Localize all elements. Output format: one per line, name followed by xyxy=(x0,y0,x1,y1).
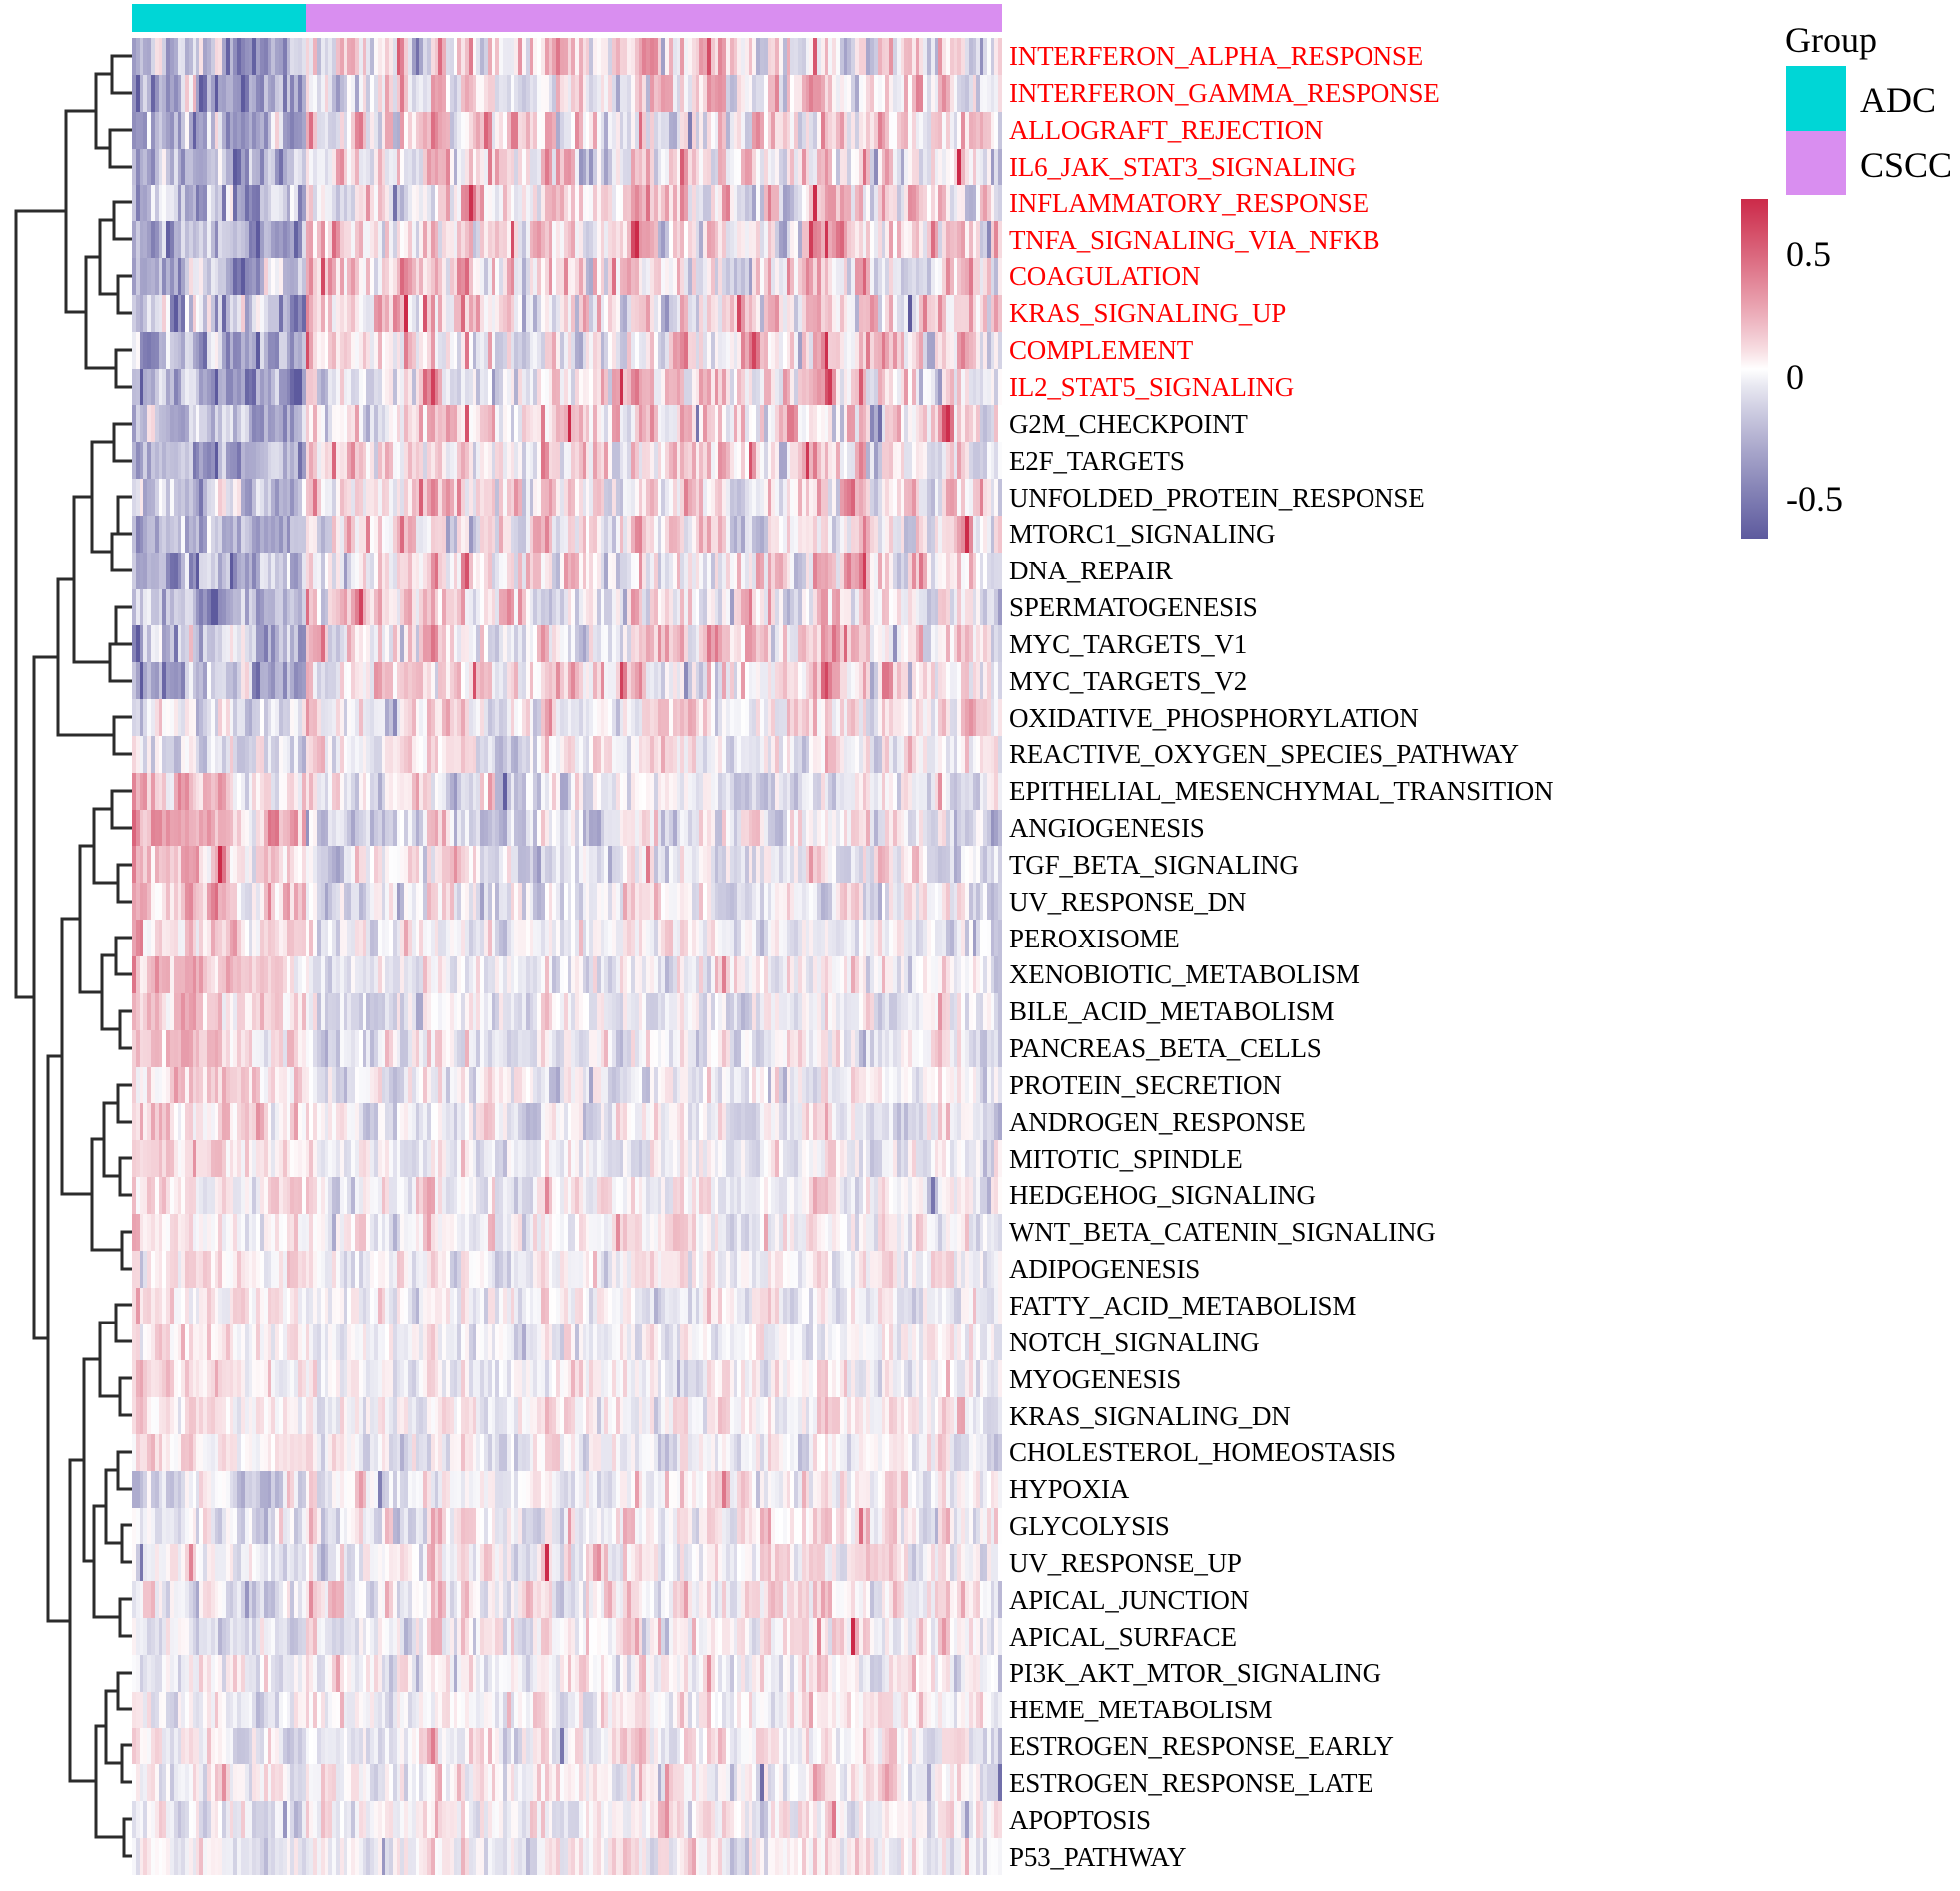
group-legend-swatch-cscc xyxy=(1786,130,1846,195)
row-label: REACTIVE_OXYGEN_SPECIES_PATHWAY xyxy=(1009,739,1519,770)
row-label: OXIDATIVE_PHOSPHORYLATION xyxy=(1009,702,1419,733)
row-label-list: INTERFERON_ALPHA_RESPONSE INTERFERON_GAMM… xyxy=(1009,38,1708,1875)
row-label: APICAL_SURFACE xyxy=(1009,1621,1237,1652)
row-label: DNA_REPAIR xyxy=(1009,556,1173,586)
row-dendrogram xyxy=(0,38,132,1875)
row-label: TGF_BETA_SIGNALING xyxy=(1009,849,1299,880)
row-label: FATTY_ACID_METABOLISM xyxy=(1009,1290,1357,1321)
row-label: KRAS_SIGNALING_DN xyxy=(1009,1400,1291,1431)
row-dendrogram-svg xyxy=(14,54,132,1858)
group-legend-title: Group xyxy=(1785,20,1877,60)
row-label: IL2_STAT5_SIGNALING xyxy=(1009,371,1295,402)
row-label: INFLAMMATORY_RESPONSE xyxy=(1009,188,1369,218)
row-label: P53_PATHWAY xyxy=(1009,1841,1187,1872)
row-label: UNFOLDED_PROTEIN_RESPONSE xyxy=(1009,482,1425,513)
group-legend: Group ADC CSCC xyxy=(1741,20,1960,195)
row-label: ALLOGRAFT_REJECTION xyxy=(1009,115,1324,146)
color-scale-tick: -0.5 xyxy=(1786,478,1843,519)
row-label: INTERFERON_ALPHA_RESPONSE xyxy=(1009,41,1424,72)
row-label: WNT_BETA_CATENIN_SIGNALING xyxy=(1009,1217,1436,1248)
row-label: G2M_CHECKPOINT xyxy=(1009,408,1248,439)
row-label: MYC_TARGETS_V2 xyxy=(1009,665,1248,696)
row-label: EPITHELIAL_MESENCHYMAL_TRANSITION xyxy=(1009,776,1554,807)
row-label: PEROXISOME xyxy=(1009,923,1180,953)
heatmap-canvas xyxy=(132,38,1002,1875)
row-label: XENOBIOTIC_METABOLISM xyxy=(1009,959,1360,990)
row-label: IL6_JAK_STAT3_SIGNALING xyxy=(1009,151,1357,182)
color-scale-tick: 0 xyxy=(1786,356,1804,397)
row-label: GLYCOLYSIS xyxy=(1009,1511,1170,1542)
row-label: TNFA_SIGNALING_VIA_NFKB xyxy=(1009,224,1380,255)
row-label: BILE_ACID_METABOLISM xyxy=(1009,996,1335,1027)
row-label: KRAS_SIGNALING_UP xyxy=(1009,298,1287,329)
row-label: PROTEIN_SECRETION xyxy=(1009,1069,1282,1100)
color-scale-legend: 0.5 0 -0.5 xyxy=(1741,199,1960,598)
column-group-annotation-bar xyxy=(132,4,1002,32)
group-segment-adc xyxy=(132,4,306,32)
group-legend-label: ADC xyxy=(1860,79,1937,120)
row-label: ADIPOGENESIS xyxy=(1009,1254,1201,1285)
row-label: MITOTIC_SPINDLE xyxy=(1009,1143,1243,1174)
row-label: HEME_METABOLISM xyxy=(1009,1695,1273,1725)
row-label: UV_RESPONSE_UP xyxy=(1009,1547,1242,1578)
row-label: INTERFERON_GAMMA_RESPONSE xyxy=(1009,78,1440,109)
group-legend-entry: ADC xyxy=(1786,65,1936,131)
row-label: PI3K_AKT_MTOR_SIGNALING xyxy=(1009,1658,1381,1689)
row-label: UV_RESPONSE_DN xyxy=(1009,886,1247,917)
row-label: APOPTOSIS xyxy=(1009,1804,1151,1835)
row-label: MTORC1_SIGNALING xyxy=(1009,519,1276,550)
row-label: SPERMATOGENESIS xyxy=(1009,592,1258,623)
group-segment-cscc xyxy=(305,4,1002,32)
group-legend-entry: CSCC xyxy=(1786,130,1952,195)
row-label: MYC_TARGETS_V1 xyxy=(1009,628,1248,659)
color-scale-tick: 0.5 xyxy=(1786,234,1831,275)
row-label: PANCREAS_BETA_CELLS xyxy=(1009,1033,1322,1064)
row-label: MYOGENESIS xyxy=(1009,1363,1182,1394)
row-label: APICAL_JUNCTION xyxy=(1009,1584,1250,1615)
group-legend-swatches: ADC CSCC xyxy=(1786,65,1952,195)
row-label: COAGULATION xyxy=(1009,261,1201,292)
row-label: HYPOXIA xyxy=(1009,1474,1130,1505)
row-label: ESTROGEN_RESPONSE_EARLY xyxy=(1009,1731,1394,1762)
row-label: NOTCH_SIGNALING xyxy=(1009,1326,1260,1357)
row-label: COMPLEMENT xyxy=(1009,335,1194,366)
group-legend-swatch-adc xyxy=(1786,65,1846,131)
row-label: E2F_TARGETS xyxy=(1009,445,1185,476)
row-label: ANDROGEN_RESPONSE xyxy=(1009,1106,1306,1137)
row-label: ESTROGEN_RESPONSE_LATE xyxy=(1009,1767,1373,1798)
color-scale-bar xyxy=(1741,199,1768,539)
row-label: CHOLESTEROL_HOMEOSTASIS xyxy=(1009,1437,1396,1468)
heatmap-panel xyxy=(132,38,1002,1875)
row-label: HEDGEHOG_SIGNALING xyxy=(1009,1180,1316,1211)
group-legend-label: CSCC xyxy=(1860,144,1953,185)
row-label: ANGIOGENESIS xyxy=(1009,813,1205,844)
